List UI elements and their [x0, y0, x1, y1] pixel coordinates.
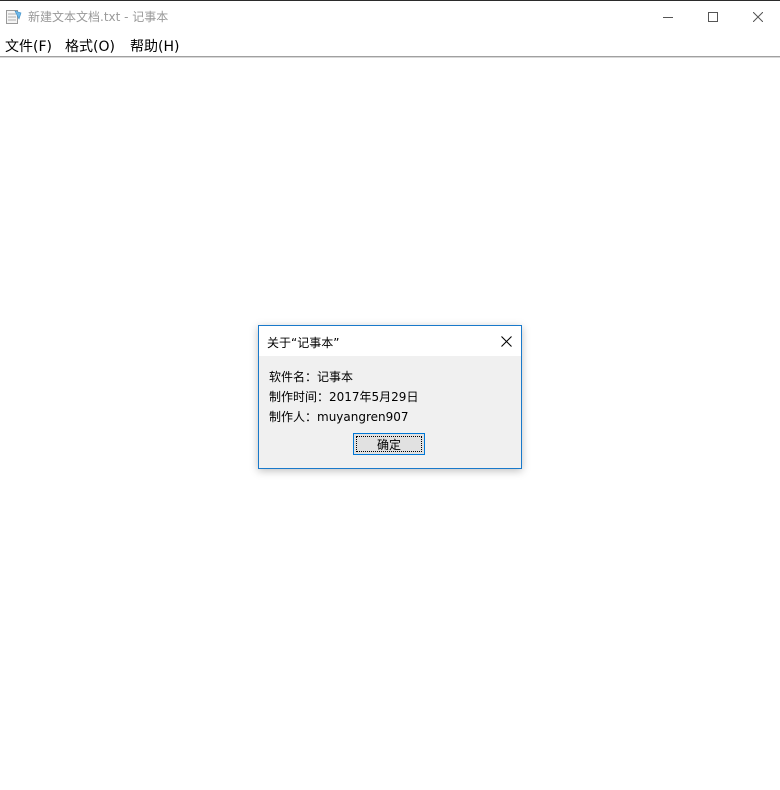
ok-button-label: 确定 [376, 437, 401, 452]
menu-help[interactable]: 帮助(H) [130, 36, 179, 56]
author-text: 制作人：muyangren907 [269, 410, 409, 424]
ok-button[interactable]: 确定 [353, 433, 425, 455]
maximize-button[interactable] [690, 1, 736, 31]
dialog-title: 关于“记事本” [267, 336, 340, 350]
close-icon [500, 332, 512, 351]
maximize-icon [708, 7, 718, 26]
close-icon [752, 7, 764, 26]
dialog-title-bar[interactable]: 关于“记事本” [259, 326, 521, 356]
minimize-icon [663, 7, 673, 26]
menu-file[interactable]: 文件(F) [5, 36, 52, 56]
menu-bar: 文件(F) 格式(O) 帮助(H) [0, 32, 780, 56]
creation-date-text: 制作时间：2017年5月29日 [269, 390, 419, 404]
close-button[interactable] [735, 1, 780, 31]
about-dialog: 关于“记事本” 软件名：记事本 制作时间：2017年5月29日 制作人：muya… [258, 325, 522, 469]
title-bar[interactable]: 新建文本文档.txt - 记事本 [0, 1, 780, 31]
notepad-icon [6, 9, 22, 24]
dialog-close-button[interactable] [491, 326, 521, 356]
software-name-text: 软件名：记事本 [269, 370, 354, 384]
window-title: 新建文本文档.txt - 记事本 [28, 10, 169, 24]
notepad-window: 新建文本文档.txt - 记事本 文件(F) 格式(O) 帮助(H) 关于“记事… [0, 0, 780, 790]
minimize-button[interactable] [645, 1, 691, 31]
menu-format[interactable]: 格式(O) [65, 36, 115, 56]
